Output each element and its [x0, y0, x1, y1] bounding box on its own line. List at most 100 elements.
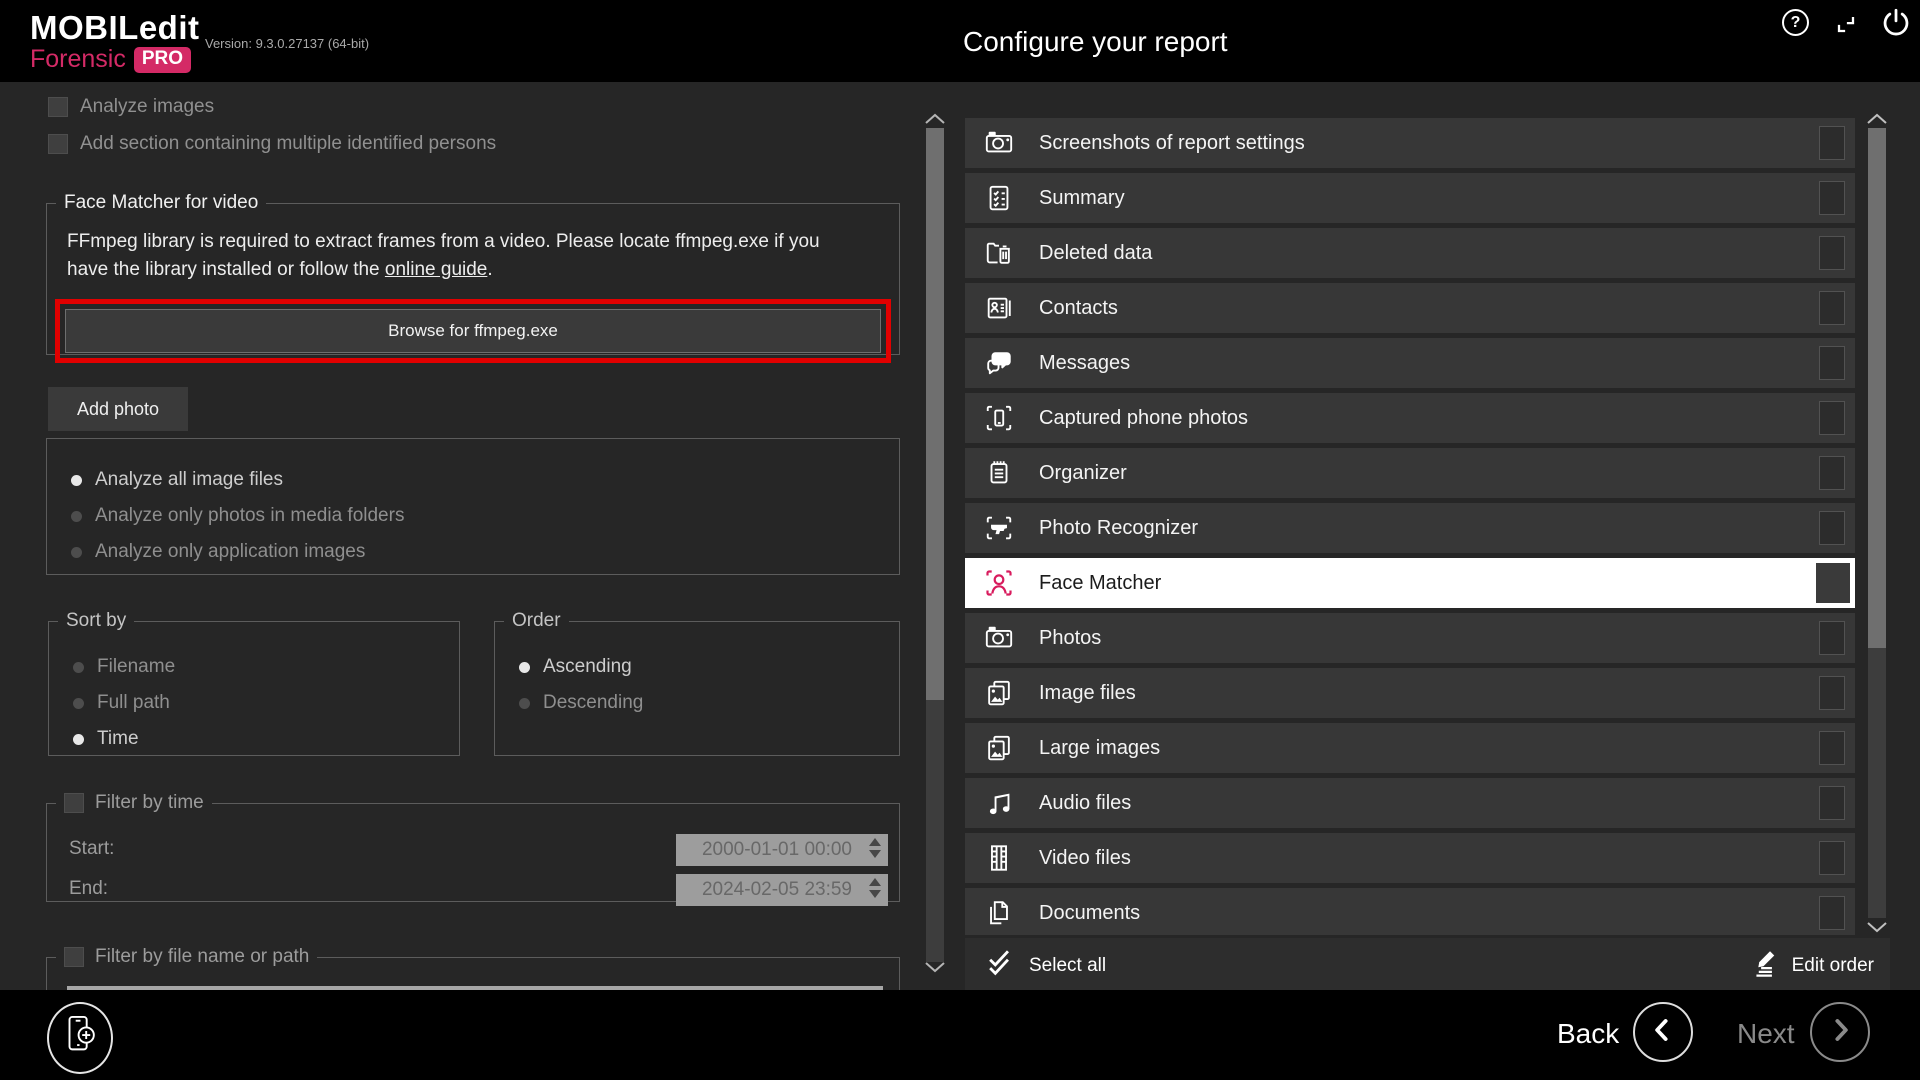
- add-photo-button[interactable]: Add photo: [48, 387, 188, 431]
- app-header: MOBILedit Forensic PRO Version: 9.3.0.27…: [0, 0, 1920, 82]
- left-scrollbar-thumb[interactable]: [926, 128, 944, 700]
- left-panel-scrollbar[interactable]: [922, 112, 948, 978]
- radio-dot[interactable]: [73, 734, 84, 745]
- radio-dot[interactable]: [71, 511, 82, 522]
- power-icon[interactable]: [1879, 6, 1913, 45]
- scroll-down-icon[interactable]: [924, 960, 946, 978]
- radio-option-analyze-only-photos-in-media-folders[interactable]: Analyze only photos in media folders: [71, 505, 899, 527]
- documents-icon: [980, 898, 1018, 928]
- report-row-documents[interactable]: Documents: [965, 888, 1855, 935]
- highlight-rectangle: Browse for ffmpeg.exe: [55, 299, 891, 363]
- radio-option-ascending[interactable]: Ascending: [519, 656, 643, 678]
- report-row-label: Video files: [1039, 847, 1131, 870]
- report-row-contacts[interactable]: Contacts: [965, 283, 1855, 333]
- report-row-checkbox[interactable]: [1819, 896, 1845, 930]
- summary-icon: [980, 183, 1018, 213]
- edit-order-button[interactable]: Edit order: [1748, 948, 1874, 984]
- spinner-down-icon[interactable]: [869, 890, 881, 898]
- report-row-checkbox[interactable]: [1819, 676, 1845, 710]
- report-row-label: Contacts: [1039, 297, 1118, 320]
- spinner-down-icon[interactable]: [869, 850, 881, 858]
- top-checkbox-group: Analyze images Add section containing mul…: [48, 96, 496, 155]
- right-scrollbar-track[interactable]: [1868, 128, 1886, 918]
- report-row-checkbox[interactable]: [1819, 841, 1845, 875]
- chevron-right-icon: [1823, 1013, 1857, 1052]
- sort-by-legend: Sort by: [58, 610, 134, 632]
- sort-by-group: Sort by Filename Full path Time: [48, 610, 460, 756]
- restore-window-icon[interactable]: [1832, 10, 1860, 43]
- report-row-audio-files[interactable]: Audio files: [965, 778, 1855, 828]
- face-matcher-video-group: Face Matcher for video FFmpeg library is…: [46, 192, 900, 355]
- captured-phone-icon: [980, 403, 1018, 433]
- checkbox-label: Add section containing multiple identifi…: [80, 133, 496, 155]
- time-end-input[interactable]: 2024-02-05 23:59: [676, 874, 888, 906]
- scroll-down-icon[interactable]: [1866, 920, 1888, 938]
- radio-option-full-path[interactable]: Full path: [73, 692, 175, 714]
- camera-icon: [980, 623, 1018, 653]
- next-button[interactable]: [1810, 1002, 1870, 1062]
- report-row-video-files[interactable]: Video files: [965, 833, 1855, 883]
- report-row-checkbox[interactable]: [1819, 621, 1845, 655]
- order-options: Ascending Descending: [519, 656, 643, 714]
- checkbox[interactable]: [48, 134, 68, 154]
- filter-by-path-checkbox[interactable]: [64, 947, 84, 967]
- add-phone-button[interactable]: [47, 1002, 113, 1074]
- radio-dot[interactable]: [71, 547, 82, 558]
- back-button-label[interactable]: Back: [1557, 1018, 1619, 1050]
- spinner-up-icon[interactable]: [869, 878, 881, 886]
- radio-option-filename[interactable]: Filename: [73, 656, 175, 678]
- left-scrollbar-track[interactable]: [926, 128, 944, 962]
- report-row-image-files[interactable]: Image files: [965, 668, 1855, 718]
- report-row-organizer[interactable]: Organizer: [965, 448, 1855, 498]
- next-button-label[interactable]: Next: [1737, 1018, 1795, 1050]
- report-row-deleted-data[interactable]: Deleted data: [965, 228, 1855, 278]
- report-row-checkbox[interactable]: [1819, 731, 1845, 765]
- report-row-checkbox[interactable]: [1819, 346, 1845, 380]
- select-all-button[interactable]: Select all: [985, 948, 1106, 984]
- radio-option-analyze-only-application-images[interactable]: Analyze only application images: [71, 541, 899, 563]
- radio-option-time[interactable]: Time: [73, 728, 175, 750]
- checkbox[interactable]: [48, 97, 68, 117]
- time-end-label: End:: [69, 878, 108, 900]
- report-row-large-images[interactable]: Large images: [965, 723, 1855, 773]
- report-row-checkbox[interactable]: [1819, 291, 1845, 325]
- browse-ffmpeg-button[interactable]: Browse for ffmpeg.exe: [65, 309, 881, 353]
- checkbox-row-analyze-images[interactable]: Analyze images: [48, 96, 496, 118]
- report-row-checkbox[interactable]: [1816, 563, 1850, 603]
- report-row-label: Face Matcher: [1039, 572, 1161, 595]
- ffmpeg-message: FFmpeg library is required to extract fr…: [67, 228, 873, 284]
- report-row-photo-recognizer[interactable]: Photo Recognizer: [965, 503, 1855, 553]
- report-row-face-matcher[interactable]: Face Matcher: [965, 558, 1855, 608]
- radio-label: Analyze only application images: [95, 541, 365, 563]
- report-row-checkbox[interactable]: [1819, 511, 1845, 545]
- back-button[interactable]: [1633, 1002, 1693, 1062]
- report-row-captured-phone-photos[interactable]: Captured phone photos: [965, 393, 1855, 443]
- spinner-up-icon[interactable]: [869, 838, 881, 846]
- report-row-checkbox[interactable]: [1819, 126, 1845, 160]
- checkbox-row-add-section-containing-multiple-identified-persons[interactable]: Add section containing multiple identifi…: [48, 133, 496, 155]
- report-row-photos[interactable]: Photos: [965, 613, 1855, 663]
- radio-option-descending[interactable]: Descending: [519, 692, 643, 714]
- face-matcher-icon: [980, 567, 1018, 599]
- report-row-checkbox[interactable]: [1819, 456, 1845, 490]
- help-icon[interactable]: ?: [1782, 9, 1809, 36]
- report-row-checkbox[interactable]: [1819, 236, 1845, 270]
- filter-by-time-checkbox[interactable]: [64, 793, 84, 813]
- radio-dot[interactable]: [519, 662, 530, 673]
- radio-dot[interactable]: [73, 698, 84, 709]
- report-row-summary[interactable]: Summary: [965, 173, 1855, 223]
- spinner: [869, 838, 881, 858]
- online-guide-link[interactable]: online guide: [385, 259, 487, 280]
- time-start-input[interactable]: 2000-01-01 00:00: [676, 834, 888, 866]
- radio-dot[interactable]: [519, 698, 530, 709]
- right-scrollbar-thumb[interactable]: [1868, 128, 1886, 648]
- report-row-messages[interactable]: Messages: [965, 338, 1855, 388]
- report-row-checkbox[interactable]: [1819, 181, 1845, 215]
- report-list-scrollbar[interactable]: [1864, 112, 1890, 938]
- report-row-checkbox[interactable]: [1819, 786, 1845, 820]
- report-row-checkbox[interactable]: [1819, 401, 1845, 435]
- radio-dot[interactable]: [73, 662, 84, 673]
- report-row-screenshots-of-report-settings[interactable]: Screenshots of report settings: [965, 118, 1855, 168]
- radio-option-analyze-all-image-files[interactable]: Analyze all image files: [71, 469, 899, 491]
- radio-dot[interactable]: [71, 475, 82, 486]
